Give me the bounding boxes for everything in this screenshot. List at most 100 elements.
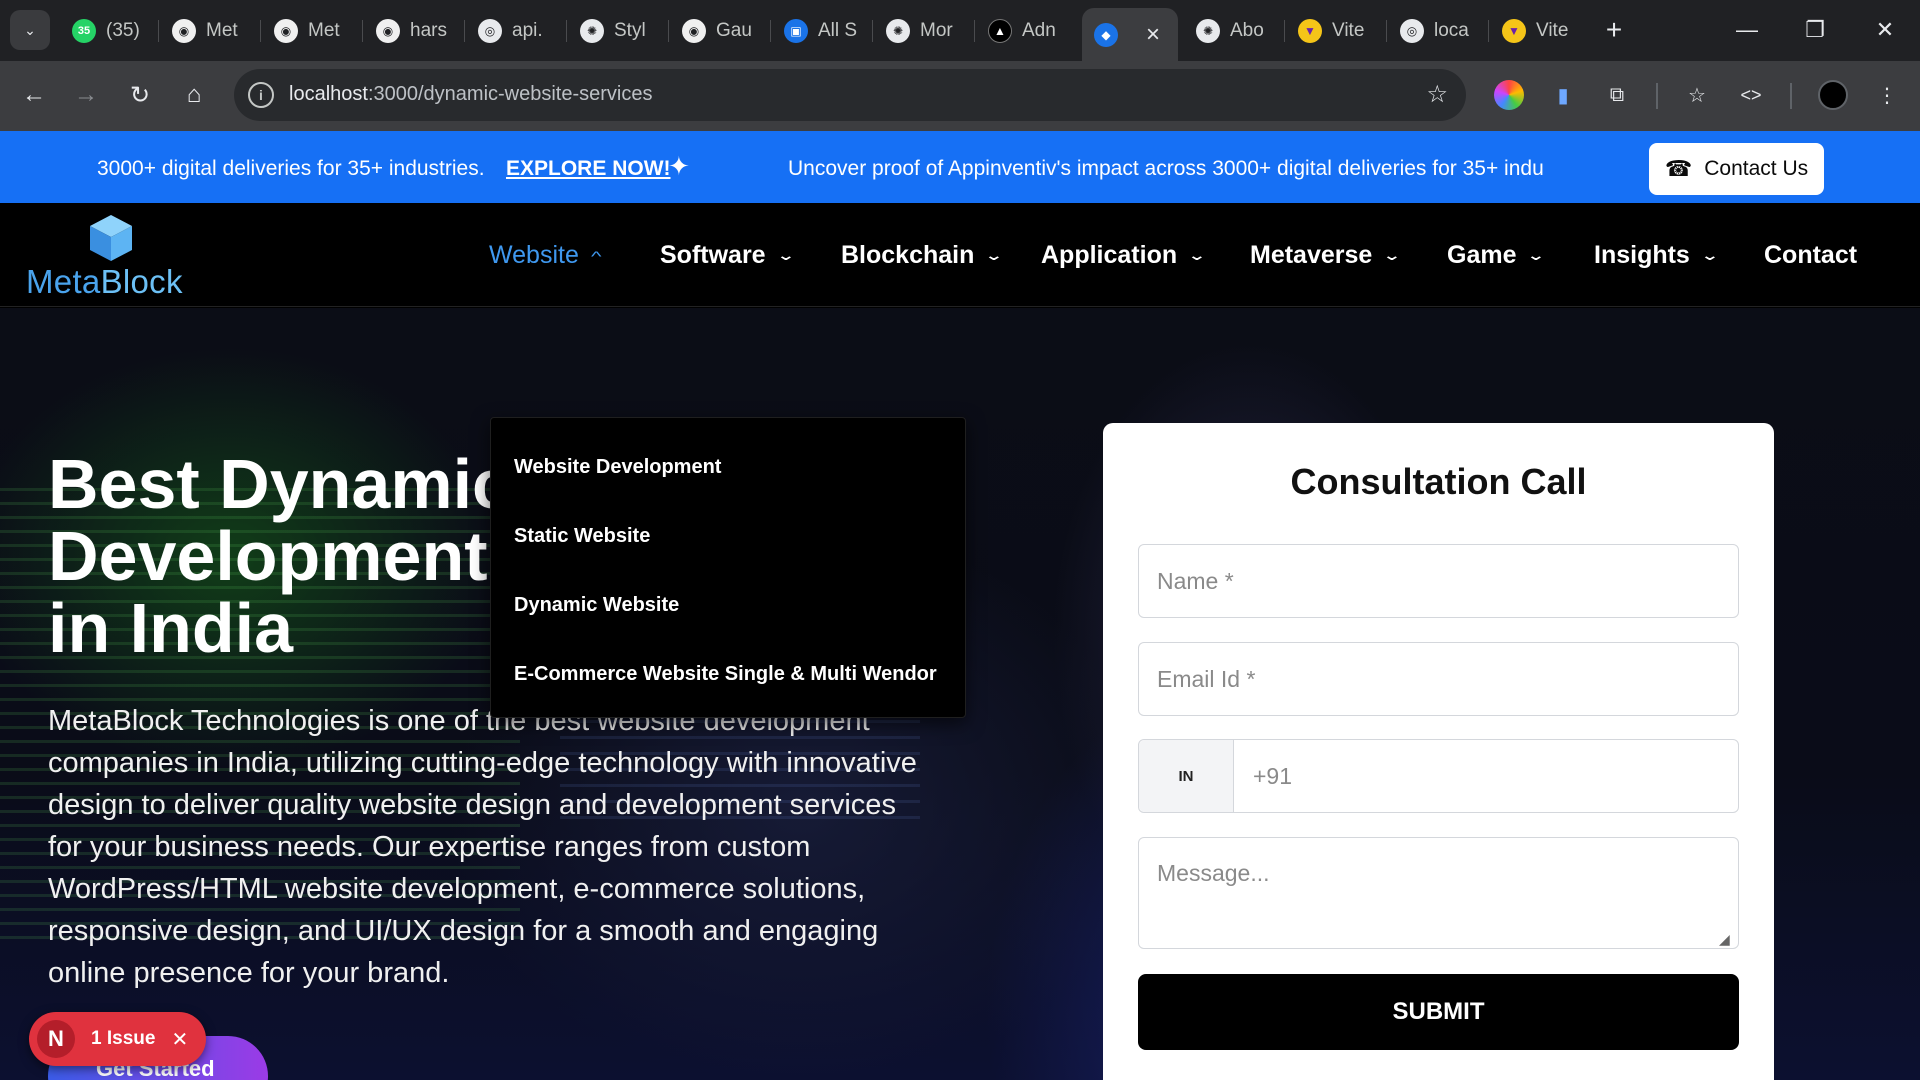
site-info-icon[interactable]: i — [248, 82, 274, 108]
github-icon: ◉ — [376, 18, 400, 43]
submit-button[interactable]: SUBMIT — [1138, 974, 1739, 1050]
consultation-form: Consultation Call IN ◢ SUBMIT — [1103, 423, 1774, 1080]
back-button[interactable]: ← — [14, 75, 54, 115]
reload-button[interactable]: ↻ — [120, 75, 160, 115]
tab-api[interactable]: ◎ api. — [466, 10, 564, 51]
form-title: Consultation Call — [1290, 461, 1587, 502]
chevron-down-icon: ⌄ — [1187, 247, 1207, 263]
issue-count: 1 Issue — [91, 1028, 156, 1049]
new-tab-button[interactable]: + — [1596, 12, 1632, 48]
minimize-button[interactable]: — — [1724, 10, 1770, 50]
tab-github-4[interactable]: ◉ Gau — [670, 10, 768, 51]
tab-admin[interactable]: ▲ Adn — [976, 10, 1074, 51]
nav-insights-label: Insights — [1594, 241, 1690, 269]
logo-wordmark: MetaBlock — [26, 263, 183, 301]
tab-openai-2[interactable]: ✺ Mor — [874, 10, 972, 51]
announcement-marquee: Uncover proof of Appinventiv's impact ac… — [788, 157, 1544, 180]
explore-now-link[interactable]: EXPLORE NOW! — [506, 157, 671, 181]
chevron-down-icon: ⌄ — [776, 247, 795, 263]
devtools-code-icon[interactable]: <> — [1736, 80, 1766, 110]
nav-contact-label: Contact — [1764, 241, 1858, 269]
dev-issue-badge[interactable]: N 1 Issue ✕ — [29, 1012, 206, 1066]
contact-us-button[interactable]: ☎ Contact Us — [1649, 143, 1824, 195]
nav-software-label: Software — [660, 241, 766, 269]
dropdown-item-static-website[interactable]: Static Website — [514, 525, 650, 548]
browser-tab-strip: ⌄ 35 (35) ◉ Met ◉ Met ◉ hars ◎ api. ✺ St… — [0, 0, 1920, 61]
hero-description: MetaBlock Technologies is one of the bes… — [48, 705, 917, 989]
github-icon: ◉ — [274, 18, 298, 43]
announcement-bar: 3000+ digital deliveries for 35+ industr… — [0, 131, 1920, 203]
close-icon[interactable]: ✕ — [171, 1027, 188, 1052]
email-input[interactable] — [1138, 642, 1739, 716]
globe-icon: ◎ — [478, 18, 502, 43]
nav-insights[interactable]: Insights ⌄ — [1594, 241, 1720, 270]
dropdown-item-ecommerce-website[interactable]: E-Commerce Website Single & Multi Wendor — [514, 663, 937, 686]
cube-logo-icon — [90, 215, 132, 261]
favorites-icon[interactable]: ☆ — [1682, 80, 1712, 110]
tab-all[interactable]: ▣ All S — [772, 10, 870, 51]
tab-github-1[interactable]: ◉ Met — [160, 10, 258, 51]
logo-part2: Block — [100, 263, 183, 300]
nav-game-label: Game — [1447, 241, 1517, 269]
phone-input[interactable] — [1234, 740, 1738, 812]
close-tab-icon[interactable]: × — [1146, 21, 1160, 49]
contact-us-label: Contact Us — [1704, 157, 1809, 180]
home-button[interactable]: ⌂ — [174, 75, 214, 115]
main-navbar: MetaBlock Website ^ Software ⌄ Blockchain ⌄… — [0, 203, 1920, 307]
forward-button[interactable]: → — [66, 75, 106, 115]
github-icon: ◉ — [172, 18, 196, 43]
color-extension-icon[interactable] — [1494, 80, 1524, 110]
tab-title: Abo — [1230, 19, 1264, 41]
tab-title: (35) — [106, 19, 140, 41]
tab-active[interactable]: ◆ × — [1082, 8, 1178, 61]
chevron-down-icon: ⌄ — [1526, 247, 1546, 263]
resize-handle-icon[interactable]: ◢ — [1719, 931, 1730, 948]
dropdown-item-dynamic-website[interactable]: Dynamic Website — [514, 594, 679, 617]
address-bar[interactable]: i localhost:3000/dynamic-website-service… — [234, 69, 1466, 121]
metablock-logo[interactable]: MetaBlock — [26, 213, 206, 301]
country-code-select[interactable]: IN — [1139, 740, 1234, 812]
tab-localhost[interactable]: ◎ loca — [1388, 10, 1486, 51]
announcement-text: 3000+ digital deliveries for 35+ industr… — [97, 157, 485, 180]
bookmark-star-icon[interactable]: ☆ — [1426, 80, 1448, 109]
active-tab-icon: ◆ — [1094, 22, 1118, 47]
nav-game[interactable]: Game ⌄ — [1447, 241, 1546, 270]
tab-openai-1[interactable]: ✺ Styl — [568, 10, 666, 51]
name-input[interactable] — [1138, 544, 1739, 618]
tab-github-3[interactable]: ◉ hars — [364, 10, 462, 51]
vite-icon: ▼ — [1298, 18, 1322, 43]
nav-software[interactable]: Software ⌄ — [660, 241, 795, 270]
dropdown-item-website-development[interactable]: Website Development — [514, 456, 721, 479]
chevron-down-icon: ⌄ — [984, 247, 1004, 263]
chevron-down-icon: ⌄ — [1700, 247, 1720, 263]
tab-title: Vite — [1536, 19, 1569, 41]
restore-button[interactable]: ❐ — [1792, 10, 1838, 50]
nav-application-label: Application — [1041, 241, 1178, 269]
browser-menu-icon[interactable]: ⋮ — [1872, 80, 1902, 110]
nav-metaverse[interactable]: Metaverse ⌄ — [1250, 241, 1402, 270]
profile-avatar[interactable] — [1818, 80, 1848, 110]
url-text[interactable]: localhost:3000/dynamic-website-services — [289, 83, 653, 106]
nav-blockchain[interactable]: Blockchain ⌄ — [841, 241, 1004, 270]
nav-contact[interactable]: Contact — [1764, 241, 1857, 270]
tab-title: Met — [308, 19, 340, 41]
tab-title: loca — [1434, 19, 1469, 41]
phone-field: IN — [1138, 739, 1739, 813]
tab-github-2[interactable]: ◉ Met — [262, 10, 360, 51]
close-window-button[interactable]: ✕ — [1862, 10, 1908, 50]
tab-whatsapp[interactable]: 35 (35) — [60, 10, 156, 51]
extensions-puzzle-icon[interactable]: ⧉ — [1602, 80, 1632, 110]
tab-search-button[interactable]: ⌄ — [10, 10, 50, 50]
github-icon: ◉ — [682, 18, 706, 43]
tab-title: Met — [206, 19, 238, 41]
doc-extension-icon[interactable]: ▮ — [1548, 80, 1578, 110]
tab-title: Mor — [920, 19, 953, 41]
nav-website-label: Website — [489, 241, 579, 269]
tab-vite-2[interactable]: ▼ Vite — [1490, 10, 1588, 51]
tab-openai-3[interactable]: ✺ Abo — [1184, 10, 1282, 51]
nav-application[interactable]: Application ⌄ — [1041, 241, 1206, 270]
nav-website[interactable]: Website ^ — [489, 241, 601, 270]
tab-title: hars — [410, 19, 447, 41]
tab-vite-1[interactable]: ▼ Vite — [1286, 10, 1384, 51]
message-textarea[interactable] — [1138, 837, 1739, 949]
